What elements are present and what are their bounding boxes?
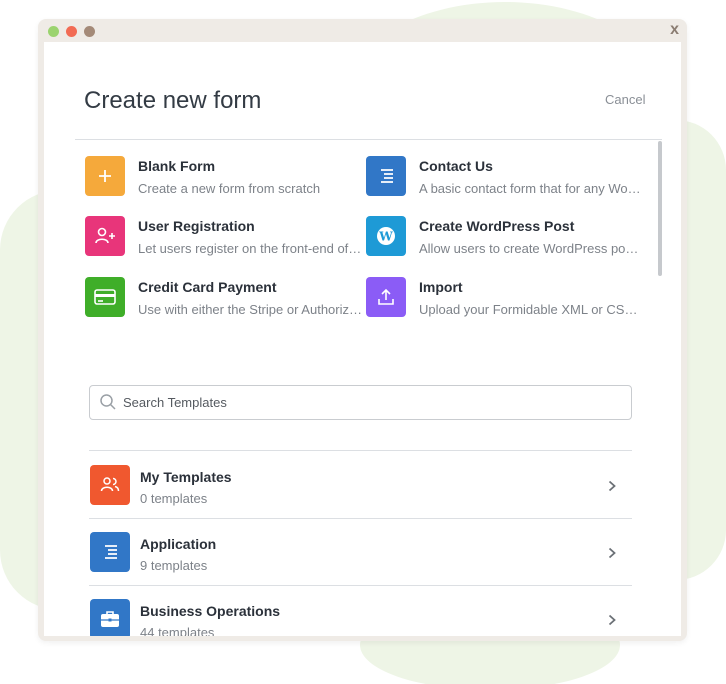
option-credit-card-payment[interactable]: Credit Card Payment Use with either the …: [85, 277, 365, 321]
wordpress-icon: W: [366, 216, 406, 256]
window-dot-brown: [84, 26, 95, 37]
template-row-business-operations[interactable]: Business Operations 44 templates: [89, 586, 632, 636]
option-title: User Registration: [138, 218, 255, 234]
scrollbar-thumb[interactable]: [658, 141, 662, 276]
template-row-my-templates[interactable]: My Templates 0 templates: [89, 452, 632, 518]
option-description: A basic contact form that for any WordPr…: [419, 181, 644, 196]
template-count: 44 templates: [140, 625, 215, 636]
dialog-panel: Create new form Cancel Blank Form Create…: [44, 42, 681, 636]
template-title: My Templates: [140, 469, 232, 485]
option-description: Use with either the Stripe or Authorize.…: [138, 302, 363, 317]
option-contact-us[interactable]: Contact Us A basic contact form that for…: [366, 156, 646, 200]
template-count: 0 templates: [140, 491, 208, 506]
cancel-button[interactable]: Cancel: [605, 92, 645, 107]
divider: [75, 139, 662, 140]
scrollbar[interactable]: [657, 141, 663, 276]
user-add-icon: [85, 216, 125, 256]
option-description: Let users register on the front-end of y…: [138, 241, 363, 256]
option-create-wordpress-post[interactable]: W Create WordPress Post Allow users to c…: [366, 216, 646, 260]
chevron-right-icon: [608, 479, 616, 497]
briefcase-icon: [90, 599, 130, 636]
option-title: Create WordPress Post: [419, 218, 575, 234]
page-title: Create new form: [84, 87, 262, 114]
search-input[interactable]: [123, 386, 623, 419]
divider: [89, 450, 632, 451]
svg-text:W: W: [378, 230, 393, 244]
option-blank-form[interactable]: Blank Form Create a new form from scratc…: [85, 156, 365, 200]
title-bar: x: [38, 19, 687, 43]
template-title: Business Operations: [140, 603, 281, 619]
form-lines-icon: [366, 156, 406, 196]
option-title: Contact Us: [419, 158, 493, 174]
window-dot-green: [48, 26, 59, 37]
option-import[interactable]: Import Upload your Formidable XML or CSV…: [366, 277, 646, 321]
template-count: 9 templates: [140, 558, 208, 573]
plus-icon: [85, 156, 125, 196]
option-description: Allow users to create WordPress posts fr…: [419, 241, 644, 256]
option-title: Credit Card Payment: [138, 279, 277, 295]
template-row-application[interactable]: Application 9 templates: [89, 519, 632, 585]
form-lines-icon: [90, 532, 130, 572]
users-icon: [90, 465, 130, 505]
window-dot-red: [66, 26, 77, 37]
option-title: Import: [419, 279, 463, 295]
search-box[interactable]: [89, 385, 632, 420]
close-icon[interactable]: x: [670, 21, 679, 39]
option-user-registration[interactable]: User Registration Let users register on …: [85, 216, 365, 260]
template-title: Application: [140, 536, 217, 552]
option-title: Blank Form: [138, 158, 216, 174]
upload-icon: [366, 277, 406, 317]
chevron-right-icon: [608, 546, 616, 564]
credit-card-icon: [85, 277, 125, 317]
option-description: Create a new form from scratch: [138, 181, 321, 196]
chevron-right-icon: [608, 613, 616, 631]
option-description: Upload your Formidable XML or CSV file t…: [419, 302, 644, 317]
modal-window: x Create new form Cancel Blank Form Crea…: [38, 19, 687, 641]
search-icon: [99, 393, 117, 416]
